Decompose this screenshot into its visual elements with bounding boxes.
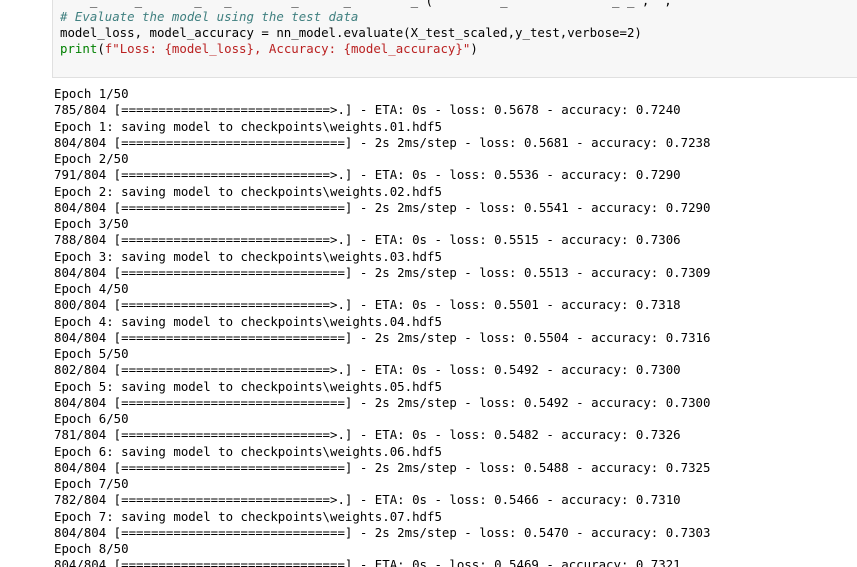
output-line: Epoch 1/50 xyxy=(54,86,129,101)
output-line: Epoch 2/50 xyxy=(54,151,129,166)
output-line: 788/804 [============================>.]… xyxy=(54,232,681,248)
output-line: Epoch 4: saving model to checkpoints\wei… xyxy=(54,313,442,329)
notebook-page: _ _ _ _ _ _ _ ( _ _ _ , , # Evaluate the… xyxy=(0,0,857,567)
output-line: 804/804 [==============================]… xyxy=(54,264,711,280)
output-line: 791/804 [============================>.]… xyxy=(54,167,681,183)
output-line: Epoch 4/50 xyxy=(54,281,129,296)
output-line: Epoch 3/50 xyxy=(54,216,129,231)
output-line: 802/804 [============================>.]… xyxy=(54,362,681,378)
output-line: 804/804 [==============================]… xyxy=(54,557,681,567)
code-comment: # Evaluate the model using the test data xyxy=(60,9,359,24)
print-open-paren: ( xyxy=(97,41,105,56)
output-line: 804/804 [==============================]… xyxy=(54,459,711,475)
output-line: 804/804 [==============================]… xyxy=(54,524,711,540)
output-line: Epoch 7/50 xyxy=(54,476,129,491)
output-line: 804/804 [==============================]… xyxy=(54,394,711,410)
output-line: Epoch 8/50 xyxy=(54,541,129,556)
output-line: 804/804 [==============================]… xyxy=(54,134,711,150)
output-line: 781/804 [============================>.]… xyxy=(54,427,681,443)
output-line: 785/804 [============================>.]… xyxy=(54,102,681,118)
output-line: Epoch 5: saving model to checkpoints\wei… xyxy=(54,378,442,394)
print-close-paren: ) xyxy=(470,41,478,56)
code-line-partial: _ _ _ _ _ _ _ ( _ _ _ , , xyxy=(60,0,672,8)
cell-output-area: Epoch 1/50 785/804 [=====================… xyxy=(54,86,854,567)
output-line: Epoch 1: saving model to checkpoints\wei… xyxy=(54,118,442,134)
output-line: Epoch 7: saving model to checkpoints\wei… xyxy=(54,508,442,524)
code-cell-input[interactable]: _ _ _ _ _ _ _ ( _ _ _ , , # Evaluate the… xyxy=(52,0,857,78)
output-line: Epoch 3: saving model to checkpoints\wei… xyxy=(54,248,442,264)
output-line: 804/804 [==============================]… xyxy=(54,329,711,345)
output-line: Epoch 6: saving model to checkpoints\wei… xyxy=(54,443,442,459)
code-line-evaluate: model_loss, model_accuracy = nn_model.ev… xyxy=(60,25,642,40)
print-builtin: print xyxy=(60,41,98,56)
output-line: 782/804 [============================>.]… xyxy=(54,492,681,508)
output-line: Epoch 2: saving model to checkpoints\wei… xyxy=(54,183,442,199)
print-fstring: f"Loss: {model_loss}, Accuracy: {model_a… xyxy=(104,41,471,56)
output-line: 804/804 [==============================]… xyxy=(54,199,711,215)
output-line: 800/804 [============================>.]… xyxy=(54,297,681,313)
code-line-print: print(f"Loss: {model_loss}, Accuracy: {m… xyxy=(60,41,478,57)
output-line: Epoch 5/50 xyxy=(54,346,129,361)
output-line: Epoch 6/50 xyxy=(54,411,129,426)
